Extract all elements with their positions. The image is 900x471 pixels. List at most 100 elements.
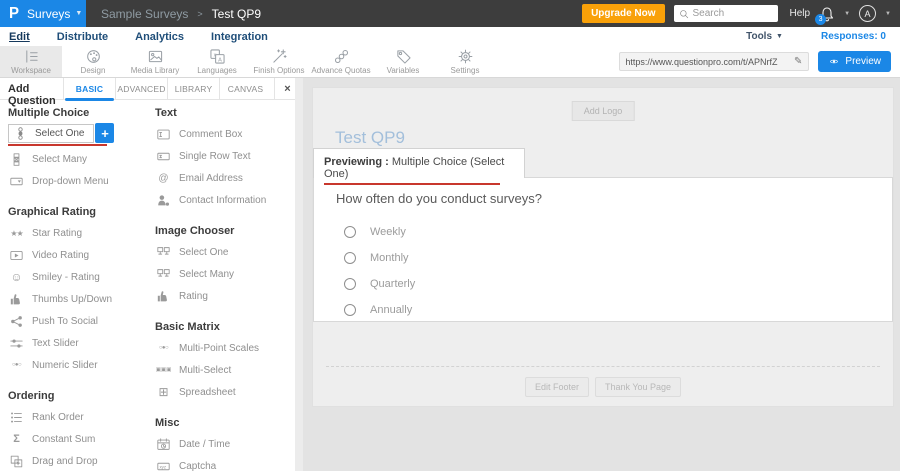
- magic-wand-icon: [272, 49, 287, 64]
- question-type-spreadsheet[interactable]: ⊞ Spreadsheet: [155, 381, 300, 403]
- radio-button-icon[interactable]: [344, 304, 356, 316]
- stars-icon: ★★: [8, 229, 25, 238]
- image-select-icon: [155, 246, 172, 259]
- responses-count[interactable]: Responses: 0: [821, 31, 886, 42]
- answer-option-monthly[interactable]: Monthly: [344, 245, 892, 271]
- smiley-icon: ☺: [8, 270, 25, 284]
- question-type-video-rating[interactable]: Video Rating: [8, 244, 147, 266]
- toolbar-tab-design[interactable]: Design: [62, 46, 124, 77]
- question-type-drag-and-drop[interactable]: Drag and Drop: [8, 450, 147, 471]
- multi-point-icon: ○●○: [155, 345, 172, 351]
- question-type-multi-select[interactable]: ▣▣▣ Multi-Select: [155, 359, 300, 381]
- question-type-image-rating[interactable]: Rating: [155, 285, 300, 307]
- upgrade-now-button[interactable]: Upgrade Now: [582, 4, 664, 23]
- tools-dropdown[interactable]: Tools ▼: [746, 31, 783, 42]
- edit-url-pencil-icon[interactable]: ✎: [792, 56, 808, 67]
- toolbar-tab-media-library[interactable]: Media Library: [124, 46, 186, 77]
- question-type-text-slider[interactable]: Text Slider: [8, 332, 147, 354]
- panel-tab-basic[interactable]: BASIC: [63, 78, 115, 99]
- breadcrumb: Sample Surveys > Test QP9: [101, 7, 261, 21]
- toolbar-tab-languages[interactable]: Languages: [186, 46, 248, 77]
- question-type-rank-order[interactable]: Rank Order: [8, 406, 147, 428]
- nav-tab-edit[interactable]: Edit: [9, 31, 30, 43]
- footer-divider: [326, 366, 880, 367]
- section-heading-ordering: Ordering: [8, 390, 147, 402]
- thank-you-page-button[interactable]: Thank You Page: [595, 377, 681, 397]
- image-select-icon: [155, 268, 172, 281]
- question-type-image-select-one[interactable]: Select One: [155, 241, 300, 263]
- question-type-dropdown-menu[interactable]: Drop-down Menu: [8, 170, 147, 192]
- toolbar-tab-workspace[interactable]: Workspace: [0, 46, 62, 77]
- panel-scrollbar[interactable]: [295, 78, 303, 471]
- panel-tab-advanced[interactable]: ADVANCED: [115, 78, 167, 99]
- add-logo-button[interactable]: Add Logo: [572, 101, 635, 121]
- drag-drop-icon: [8, 455, 25, 468]
- toolbar-tab-advance-quotas[interactable]: Advance Quotas: [310, 46, 372, 77]
- question-type-select-many[interactable]: Select Many: [8, 148, 147, 170]
- question-type-email-address[interactable]: @ Email Address: [155, 167, 300, 189]
- answer-option-quarterly[interactable]: Quarterly: [344, 271, 892, 297]
- app-logo-section[interactable]: P Surveys ▼: [0, 0, 86, 27]
- nav-tab-analytics[interactable]: Analytics: [135, 31, 184, 43]
- question-type-smiley-rating[interactable]: ☺ Smiley - Rating: [8, 266, 147, 288]
- question-type-single-row-text[interactable]: Single Row Text: [155, 145, 300, 167]
- panel-tab-library[interactable]: LIBRARY: [167, 78, 219, 99]
- search-box[interactable]: [674, 5, 778, 22]
- toolbar-tab-finish-options[interactable]: Finish Options: [248, 46, 310, 77]
- search-input[interactable]: [693, 8, 771, 19]
- edit-footer-button[interactable]: Edit Footer: [525, 377, 589, 397]
- breadcrumb-parent[interactable]: Sample Surveys: [101, 7, 188, 21]
- nav-tab-integration[interactable]: Integration: [211, 31, 268, 43]
- survey-url-input[interactable]: [620, 57, 792, 67]
- section-heading-multiple-choice: Multiple Choice: [8, 107, 147, 119]
- radio-button-icon[interactable]: [344, 226, 356, 238]
- preview-button[interactable]: Preview: [818, 51, 891, 72]
- spreadsheet-icon: ⊞: [155, 385, 172, 399]
- workspace-icon: [24, 49, 39, 64]
- questionpro-logo-icon: P: [9, 5, 19, 23]
- question-type-push-to-social[interactable]: Push To Social: [8, 310, 147, 332]
- question-type-captcha[interactable]: Captcha: [155, 455, 300, 471]
- surveys-menu[interactable]: Surveys ▼: [27, 7, 82, 21]
- answer-option-annually[interactable]: Annually: [344, 297, 892, 323]
- question-type-date-time[interactable]: Date / Time: [155, 433, 300, 455]
- section-heading-text: Text: [155, 107, 300, 119]
- radio-button-icon[interactable]: [344, 278, 356, 290]
- panel-tab-canvas[interactable]: CANVAS: [219, 78, 271, 99]
- avatar[interactable]: A: [859, 5, 876, 22]
- contact-icon: [155, 194, 172, 207]
- question-type-image-select-many[interactable]: Select Many: [155, 263, 300, 285]
- image-icon: [148, 49, 163, 64]
- numeric-slider-icon: ○●○: [8, 362, 25, 368]
- dropdown-icon: [8, 175, 25, 188]
- palette-icon: [86, 49, 101, 64]
- question-type-select-one[interactable]: Select One: [8, 124, 94, 143]
- caret-down-icon: ▼: [75, 10, 82, 17]
- section-heading-basic-matrix: Basic Matrix: [155, 321, 300, 333]
- radio-button-icon[interactable]: [344, 252, 356, 264]
- quota-rings-icon: [334, 49, 349, 64]
- question-type-thumbs-up-down[interactable]: Thumbs Up/Down: [8, 288, 147, 310]
- notifications-bell-icon[interactable]: 3: [819, 6, 835, 22]
- question-type-star-rating[interactable]: ★★ Star Rating: [8, 222, 147, 244]
- add-select-one-button[interactable]: +: [95, 123, 114, 143]
- question-type-constant-sum[interactable]: Σ Constant Sum: [8, 428, 147, 450]
- survey-title[interactable]: Test QP9: [335, 128, 405, 148]
- question-type-multi-point-scales[interactable]: ○●○ Multi-Point Scales: [155, 337, 300, 359]
- breadcrumb-separator-icon: >: [197, 9, 202, 19]
- question-type-contact-information[interactable]: Contact Information: [155, 189, 300, 211]
- section-heading-misc: Misc: [155, 417, 300, 429]
- help-link[interactable]: Help: [790, 8, 811, 19]
- multi-select-icon: ▣▣▣: [155, 367, 172, 373]
- caret-down-icon[interactable]: ▼: [844, 11, 850, 17]
- toolbar-tab-variables[interactable]: Variables: [372, 46, 434, 77]
- survey-url-box: ✎: [619, 52, 809, 71]
- caret-down-icon[interactable]: ▼: [885, 11, 891, 17]
- sigma-icon: Σ: [8, 433, 25, 445]
- question-type-numeric-slider[interactable]: ○●○ Numeric Slider: [8, 354, 147, 376]
- nav-tab-distribute[interactable]: Distribute: [57, 31, 108, 43]
- toolbar-tab-settings[interactable]: Settings: [434, 46, 496, 77]
- question-text: How often do you conduct surveys?: [336, 191, 892, 206]
- answer-option-weekly[interactable]: Weekly: [344, 219, 892, 245]
- question-type-comment-box[interactable]: Comment Box: [155, 123, 300, 145]
